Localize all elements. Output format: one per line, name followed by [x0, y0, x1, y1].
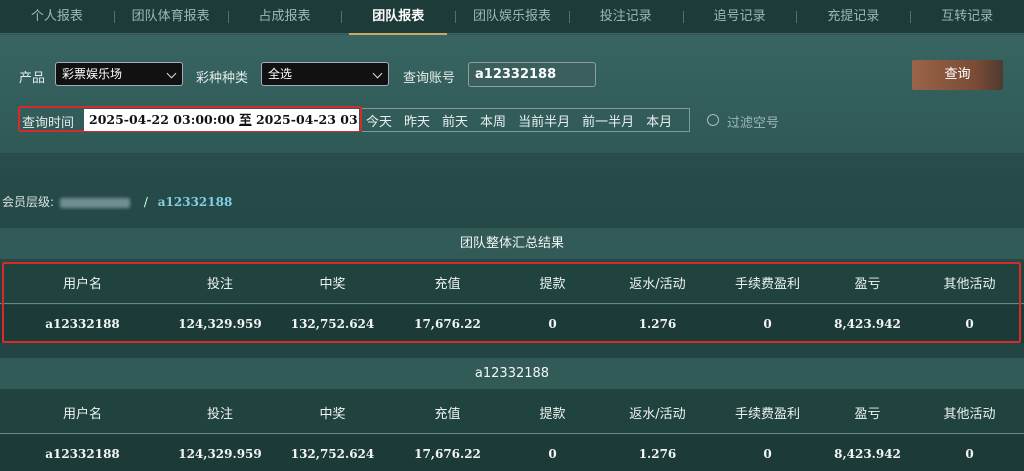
cell-withdraw: 0 [548, 317, 557, 331]
tab-deposit-withdraw-records[interactable]: 充提记录 [796, 0, 910, 34]
cell-withdraw: 0 [548, 447, 557, 461]
col-bet: 投注 [206, 277, 233, 292]
category-label: 彩种种类 [196, 71, 249, 86]
col-withdraw: 提款 [539, 407, 566, 422]
col-bet: 投注 [206, 407, 233, 422]
cell-bet: 124,329.959 [178, 317, 262, 331]
col-rebate: 返水/活动 [629, 277, 686, 292]
tab-share-report[interactable]: 占成报表 [227, 0, 342, 34]
detail-title: a12332188 [0, 358, 1024, 389]
col-username: 用户名 [62, 407, 102, 422]
account-input[interactable]: a12332188 [468, 62, 596, 87]
cell-rebate: 1.276 [638, 447, 677, 461]
col-other-activity: 其他活动 [943, 277, 996, 292]
filter-panel [0, 35, 1024, 153]
product-select[interactable]: 彩票娱乐场 [55, 62, 183, 86]
summary-title: 团队整体汇总结果 [0, 228, 1024, 259]
quick-this-week[interactable]: 本周 [480, 111, 506, 130]
time-end: 2025-04-23 03:00: [255, 112, 359, 127]
col-profit-loss: 盈亏 [854, 277, 881, 292]
cell-deposit: 17,676.22 [414, 317, 481, 331]
table-row: a12332188 124,329.959 132,752.624 17,676… [0, 435, 1024, 471]
tab-bet-records[interactable]: 投注记录 [568, 0, 683, 34]
quick-today[interactable]: 今天 [366, 111, 392, 130]
detail-header-row: 用户名 投注 中奖 充值 提款 返水/活动 手续费盈利 盈亏 其他活动 [0, 392, 1024, 434]
col-deposit: 充值 [434, 277, 461, 292]
chevron-down-icon [372, 68, 383, 79]
cell-rebate: 1.276 [638, 317, 677, 331]
filter-empty-radio[interactable] [707, 114, 719, 126]
report-tabs: 个人报表 团队体育报表 占成报表 团队报表 团队娱乐报表 投注记录 追号记录 充… [0, 0, 1024, 35]
category-select-value: 全选 [268, 67, 293, 81]
col-withdraw: 提款 [539, 277, 566, 292]
cell-win: 132,752.624 [290, 317, 375, 331]
cell-profit-loss: 8,423.942 [834, 317, 901, 331]
cell-fee-profit: 0 [763, 317, 772, 331]
col-other-activity: 其他活动 [943, 407, 996, 422]
cell-username: a12332188 [45, 317, 120, 331]
cell-fee-profit: 0 [763, 447, 772, 461]
col-win: 中奖 [319, 407, 346, 422]
chevron-down-icon [166, 68, 177, 79]
col-fee-profit: 手续费盈利 [734, 277, 800, 292]
cell-other-activity: 0 [965, 447, 974, 461]
quick-current-half-month[interactable]: 当前半月 [518, 111, 570, 130]
tab-team-sports-report[interactable]: 团队体育报表 [113, 0, 228, 34]
time-label: 查询时间 [22, 116, 75, 131]
col-rebate: 返水/活动 [629, 407, 686, 422]
filter-empty-label: 过滤空号 [727, 116, 780, 131]
cell-profit-loss: 8,423.942 [834, 447, 901, 461]
tab-team-report[interactable]: 团队报表 [341, 0, 455, 35]
cell-other-activity: 0 [965, 317, 974, 331]
quick-this-month[interactable]: 本月 [646, 111, 672, 130]
time-start: 2025-04-22 03:00:00 [89, 112, 235, 127]
time-range-input[interactable]: 2025-04-22 03:00:00 至 2025-04-23 03:00: [84, 109, 359, 131]
account-label: 查询账号 [403, 71, 456, 86]
member-level-separator: / [143, 195, 148, 209]
quick-day-before[interactable]: 前天 [442, 111, 468, 130]
quick-range-group: 今天 昨天 前天 本周 当前半月 前一半月 本月 [362, 108, 690, 132]
cell-win: 132,752.624 [290, 447, 375, 461]
col-deposit: 充值 [434, 407, 461, 422]
cell-bet: 124,329.959 [178, 447, 262, 461]
tab-transfer-records[interactable]: 互转记录 [910, 0, 1024, 34]
col-username: 用户名 [62, 277, 102, 292]
col-fee-profit: 手续费盈利 [734, 407, 800, 422]
blurred-parent-account [60, 197, 131, 208]
col-win: 中奖 [319, 277, 346, 292]
quick-previous-half-month[interactable]: 前一半月 [582, 111, 634, 130]
query-button[interactable]: 查询 [912, 60, 1003, 90]
time-to: 至 [239, 112, 252, 127]
summary-header-row: 用户名 投注 中奖 充值 提款 返水/活动 手续费盈利 盈亏 其他活动 [0, 262, 1024, 304]
member-level: 会员层级: / a12332188 [2, 193, 232, 210]
member-level-label: 会员层级: [2, 195, 55, 209]
member-level-account-link[interactable]: a12332188 [158, 195, 233, 209]
quick-yesterday[interactable]: 昨天 [404, 111, 430, 130]
col-profit-loss: 盈亏 [854, 407, 881, 422]
product-label: 产品 [19, 71, 46, 86]
category-select[interactable]: 全选 [261, 62, 389, 86]
tab-personal-report[interactable]: 个人报表 [0, 0, 114, 34]
cell-deposit: 17,676.22 [414, 447, 481, 461]
tab-team-entertainment-report[interactable]: 团队娱乐报表 [455, 0, 569, 34]
table-row: a12332188 124,329.959 132,752.624 17,676… [0, 305, 1024, 343]
tab-chase-records[interactable]: 追号记录 [682, 0, 797, 34]
cell-username: a12332188 [45, 447, 120, 461]
product-select-value: 彩票娱乐场 [62, 67, 123, 81]
